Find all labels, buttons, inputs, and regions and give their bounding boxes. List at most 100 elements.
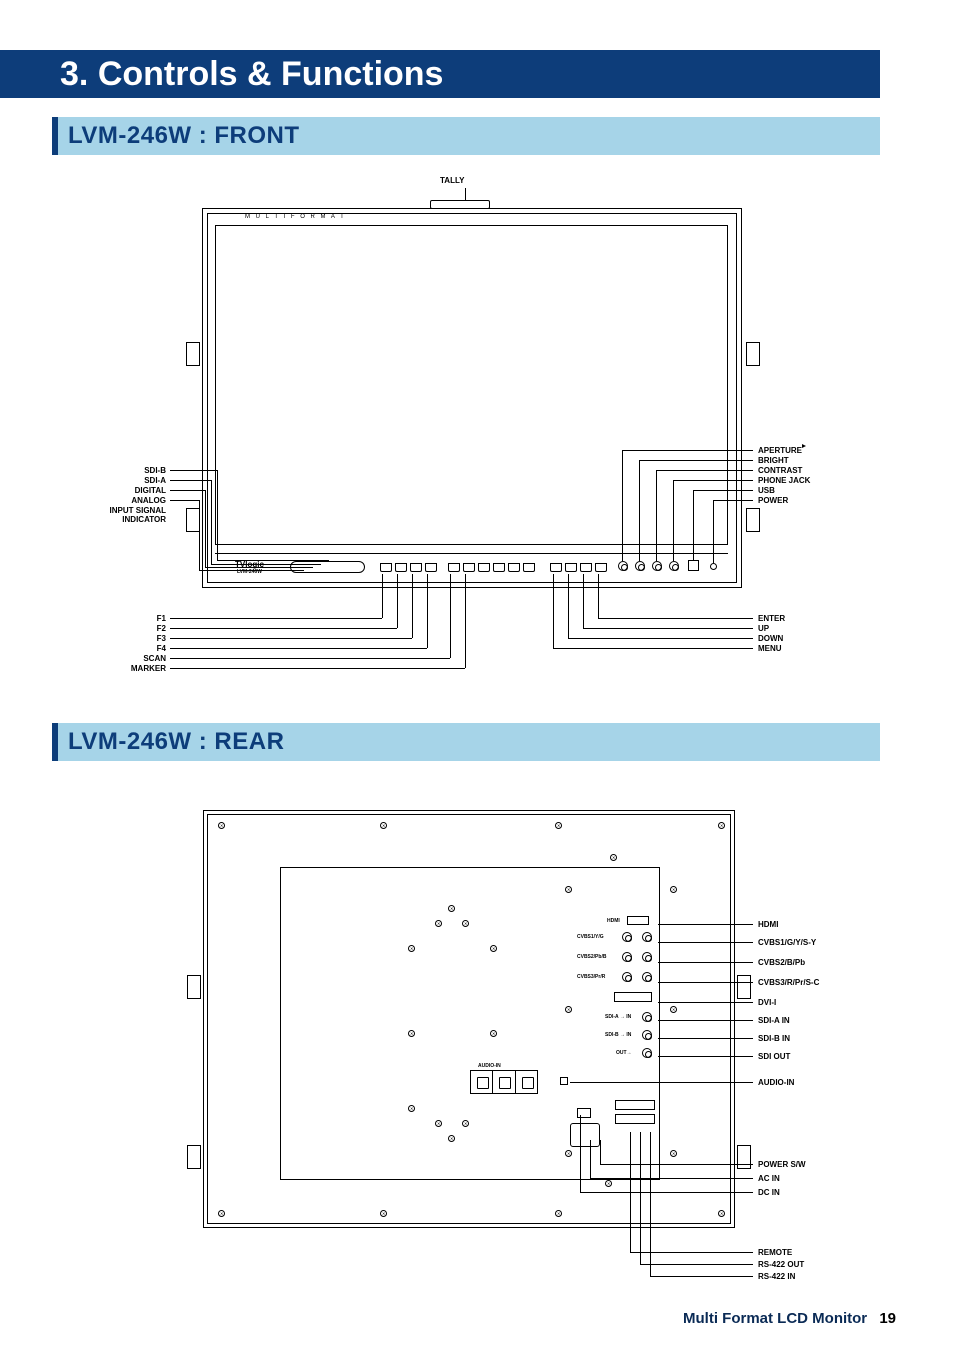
leader-line [382,574,383,618]
vesa-hole [490,945,497,952]
rotary-knob [652,561,662,571]
mount-clamp [186,342,200,366]
leader-line [656,470,753,471]
leader-line [580,1115,581,1192]
leader-line [553,574,554,648]
label-f2: F2 [157,624,166,633]
label-aperture: APERTURE [758,446,802,455]
leader-line [713,500,753,501]
label-dc-in: DC IN [758,1188,780,1197]
leader-line [170,490,205,491]
vesa-hole [462,920,469,927]
label-sdib-in: SDI-B IN [758,1034,790,1043]
mount-clamp [737,1145,751,1169]
leader-line [650,1276,753,1277]
label-scan: SCAN [143,654,166,663]
label-f4: F4 [157,644,166,653]
front-button [550,563,562,572]
bnc-connector [642,932,652,942]
label-f3: F3 [157,634,166,643]
audio-in-panel [470,1070,538,1094]
label-rs422-out: RS-422 OUT [758,1260,804,1269]
vesa-hole [448,905,455,912]
leader-line [600,1140,601,1164]
leader-line [600,1164,753,1165]
leader-line [211,564,321,565]
screw-icon [605,1180,612,1187]
rca-jack [493,1071,515,1093]
section-bar-front: LVM-246W : FRONT [52,117,880,155]
rotary-knob [635,561,645,571]
leader-line [658,1020,753,1021]
leader-line [656,470,657,561]
hdmi-port [627,916,649,925]
leader-line [693,490,753,491]
leader-line [170,480,211,481]
vesa-hole [408,1030,415,1037]
label-multi-format: M U L T I F O R M A T [245,214,346,220]
label-f1: F1 [157,614,166,623]
bnc-connector [622,952,632,962]
leader-line [713,500,714,563]
vesa-hole [435,920,442,927]
leader-line [590,1178,753,1179]
lcd-screen-area [215,225,728,545]
label-usb: USB [758,486,775,495]
leader-line [630,1252,753,1253]
leader-line [170,668,465,669]
label-digital: DIGITAL [135,486,166,495]
front-button [595,563,607,572]
audio-in-connector [560,1077,568,1085]
leader-line [170,618,382,619]
label-down: DOWN [758,634,783,643]
leader-line [583,574,584,628]
vesa-hole [462,1120,469,1127]
rear-connector-panel: HDMI CVBS1/Y/G CVBS2/Pb/B CVBS3/Pr/R SDI… [552,930,677,1085]
leader-line [465,574,466,668]
label-rs422-in: RS-422 IN [758,1272,795,1281]
section-title-front: LVM-246W : FRONT [58,117,880,155]
front-button [508,563,520,572]
screw-icon [218,1210,225,1217]
label-enter: ENTER [758,614,785,623]
leader-line [568,574,569,638]
leader-line [658,942,753,943]
leader-line [693,490,694,560]
rotary-knob [618,561,628,571]
page-number: 19 [879,1310,896,1327]
rs422-in-connector [615,1114,655,1124]
leader-line [570,1082,753,1083]
label-power-sw: POWER S/W [758,1160,806,1169]
label-up: UP [758,624,769,633]
leader-line [211,480,212,564]
front-diagram: TALLY M U L T I F O R M A T TVlogic LVM-… [0,170,954,690]
leader-line [170,470,217,471]
bnc-connector [642,1012,652,1022]
leader-line [568,638,753,639]
label-power: POWER [758,496,788,505]
front-button [478,563,490,572]
front-button [565,563,577,572]
bnc-connector [622,972,632,982]
leader-line [598,574,599,618]
bnc-connector [622,932,632,942]
label-audio-in: AUDIO-IN [758,1078,794,1087]
vesa-hole [448,1135,455,1142]
front-button [395,563,407,572]
usb-port-icon [688,560,699,571]
leader-line [639,460,753,461]
screw-icon [565,886,572,893]
rca-jack [516,1071,537,1093]
chapter-title: 3. Controls & Functions [60,50,443,98]
row-label: OUT→ [616,1050,632,1056]
leader-line [205,567,313,568]
button-group-f [380,563,437,572]
label-contrast: CONTRAST [758,466,802,475]
label-marker: MARKER [131,664,166,673]
leader-line [199,570,304,571]
front-button [493,563,505,572]
leader-line [217,470,218,560]
chapter-name: Controls & Functions [98,55,444,93]
leader-line [170,658,450,659]
leader-line [598,618,753,619]
